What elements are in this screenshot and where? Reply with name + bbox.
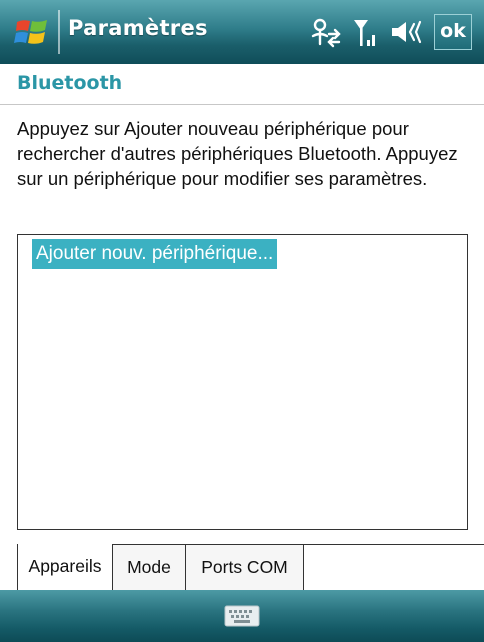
title-separator [58,10,60,54]
tab-appareils[interactable]: Appareils [17,544,113,590]
bottom-softkey-bar [0,590,484,642]
list-item-add-new-device[interactable]: Ajouter nouv. périphérique... [32,239,278,269]
signal-strength-icon[interactable] [352,14,380,50]
tab-ports-com[interactable]: Ports COM [186,544,304,590]
title-bar: Paramètres ok [0,0,484,64]
device-list[interactable]: Ajouter nouv. périphérique... [17,234,468,530]
tab-mode[interactable]: Mode [113,544,186,590]
keyboard-icon[interactable] [224,604,260,628]
bluetooth-connectivity-icon[interactable] [309,14,341,50]
tab-strip: Appareils Mode Ports COM [0,544,484,590]
heading-divider [0,104,484,105]
ok-button[interactable]: ok [434,14,472,50]
instructions-text: Appuyez sur Ajouter nouveau périphérique… [17,118,458,189]
app-title: Paramètres [68,16,208,40]
page-heading: Bluetooth [17,72,123,94]
windows-start-icon[interactable] [14,14,50,50]
volume-icon[interactable] [390,14,422,50]
pocket-pc-screen: Paramètres ok Bluetooth Appuyez sur Ajou… [0,0,484,642]
tab-strip-divider [304,544,484,545]
